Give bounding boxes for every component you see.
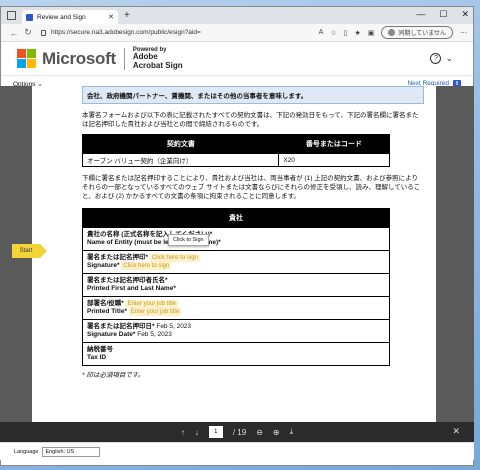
job-title-input[interactable]: Enter your job title bbox=[125, 300, 179, 308]
maximize-icon[interactable]: ☐ bbox=[439, 9, 447, 20]
tab-review-and-sign[interactable]: Review and Sign ✕ bbox=[22, 10, 118, 24]
favorite-icon[interactable]: ☆ bbox=[330, 29, 336, 37]
date-field: 署名または記名押印日* Feb 5, 2023 Signature Date* … bbox=[83, 319, 389, 342]
address-bar: ← ↻ https://secure.na3.adobesign.com/pub… bbox=[1, 24, 473, 42]
refresh-icon[interactable]: ↻ bbox=[21, 27, 35, 38]
language-bar: Language English: US bbox=[0, 442, 474, 460]
brand-header: Microsoft Powered by Adobe Acrobat Sign … bbox=[1, 42, 473, 76]
required-footnote: * 印は必須項目です。 bbox=[82, 372, 145, 379]
signature-input[interactable]: Click here to sign bbox=[149, 254, 200, 262]
start-button[interactable]: Start bbox=[12, 244, 47, 258]
click-to-sign-tooltip: Click to Sign bbox=[168, 234, 209, 246]
tab-bar: Review and Sign ✕ + — ☐ ✕ bbox=[1, 7, 473, 24]
document-page: 会社、政府機関パートナー、賃機関、またはその他の当事者を意味します。 本署名フォ… bbox=[32, 86, 436, 422]
job-title-input-alt[interactable]: Enter your job title bbox=[128, 308, 182, 316]
new-tab-icon[interactable]: + bbox=[124, 10, 130, 21]
table-header: 契約文書 bbox=[82, 134, 279, 154]
agreement-paragraph: 下欄に署名または記名押印することにより、貴社および当社は、両当事者が (1) 上… bbox=[82, 175, 421, 200]
back-icon[interactable]: ← bbox=[7, 28, 21, 38]
zoom-in-icon[interactable]: ⊕ bbox=[273, 428, 280, 437]
zoom-out-icon[interactable]: ⊖ bbox=[256, 428, 263, 437]
signature-input-alt[interactable]: Click here to sign bbox=[121, 262, 172, 270]
table-row: オープン バリュー契約（企業向け） X20 bbox=[81, 153, 390, 167]
printed-name-field: 署名または記名押印者氏名* Printed First and Last Nam… bbox=[83, 273, 389, 296]
lock-icon bbox=[41, 29, 46, 36]
menu-chevron-icon[interactable]: ⌄ bbox=[445, 53, 453, 64]
highlight-text: 会社、政府機関パートナー、賃機関、またはその他の当事者を意味します。 bbox=[82, 86, 424, 104]
microsoft-logo-icon bbox=[17, 49, 36, 68]
table-header: 番号またはコード bbox=[278, 134, 390, 154]
avatar bbox=[388, 29, 396, 36]
profile-status: 同期していません bbox=[398, 31, 446, 37]
collections-icon[interactable]: ▣ bbox=[368, 29, 375, 37]
split-screen-icon[interactable]: ▯ bbox=[344, 29, 348, 37]
prev-page-icon[interactable]: ↑ bbox=[181, 428, 185, 437]
company-name: Microsoft bbox=[42, 48, 116, 68]
language-label: Language bbox=[14, 448, 39, 455]
party-header: 貴社 bbox=[83, 209, 389, 227]
help-icon[interactable]: ? bbox=[430, 53, 442, 64]
close-toolbar-icon[interactable]: ✕ bbox=[452, 426, 460, 437]
document-viewer: 会社、政府機関パートナー、賃機関、またはその他の当事者を意味します。 本署名フォ… bbox=[0, 86, 474, 422]
page-number-input[interactable]: 1 bbox=[208, 426, 223, 438]
close-window-icon[interactable]: ✕ bbox=[461, 9, 469, 20]
page-toolbar: ↑ ↓ 1 / 19 ⊖ ⊕ ⤓ ✕ bbox=[0, 422, 474, 442]
url-field[interactable]: https://secure.na3.adobesign.com/public/… bbox=[41, 29, 319, 36]
intro-paragraph: 本署名フォームおよび以下の表に記載されたすべての契約文書は、下記の発効日をもって… bbox=[82, 112, 419, 128]
tab-close-icon[interactable]: ✕ bbox=[108, 13, 114, 21]
read-aloud-icon[interactable]: A bbox=[319, 29, 324, 36]
tab-title: Review and Sign bbox=[37, 13, 86, 21]
entity-field: 貴社の名称 (正式名称を記入してください)* Name of Entity (m… bbox=[83, 227, 389, 250]
signature-field: 署名または記名押印* Click here to sign Signature*… bbox=[83, 250, 389, 273]
adobe-favicon-icon bbox=[26, 13, 33, 21]
title-field: 部署名/役職* Enter your job title Printed Tit… bbox=[83, 296, 389, 319]
tab-actions-icon[interactable] bbox=[7, 11, 16, 20]
url-text: https://secure.na3.adobesign.com/public/… bbox=[51, 29, 201, 36]
contract-table: 契約文書 番号またはコード オープン バリュー契約（企業向け） X20 bbox=[81, 134, 390, 167]
download-icon[interactable]: ⤓ bbox=[290, 427, 294, 437]
product-name: Adobe Acrobat Sign bbox=[132, 52, 183, 70]
language-select[interactable]: English: US bbox=[42, 446, 101, 457]
page-total: / 19 bbox=[232, 427, 247, 437]
tax-id-field: 納税番号 Tax ID bbox=[83, 342, 389, 365]
party-section: 貴社 貴社の名称 (正式名称を記入してください)* Name of Entity… bbox=[82, 208, 390, 366]
minimize-icon[interactable]: — bbox=[416, 9, 425, 20]
next-page-icon[interactable]: ↓ bbox=[195, 428, 199, 437]
more-icon[interactable]: ⋯ bbox=[460, 29, 467, 37]
favorites-icon[interactable]: ★ bbox=[354, 29, 360, 37]
profile-button[interactable]: 同期していません bbox=[381, 26, 453, 39]
